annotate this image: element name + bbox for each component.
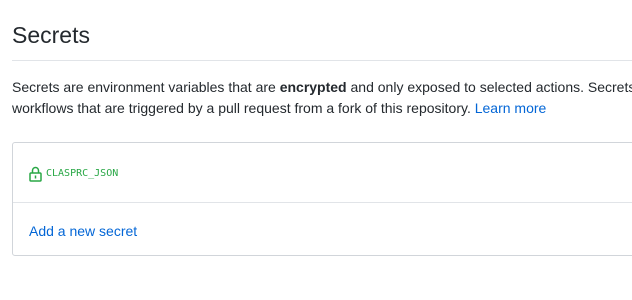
description-text-start: Secrets are environment variables that a… bbox=[12, 79, 280, 95]
secrets-list: CLASPRC_JSON Add a new secret bbox=[12, 142, 632, 256]
description-text-end: and only exposed to selected actions. Se… bbox=[346, 79, 632, 95]
secrets-description: Secrets are environment variables that a… bbox=[12, 77, 632, 119]
add-secret-row: Add a new secret bbox=[13, 203, 632, 255]
description-text-line2: workflows that are triggered by a pull r… bbox=[12, 100, 475, 116]
secret-row: CLASPRC_JSON bbox=[13, 143, 632, 203]
description-line-2: workflows that are triggered by a pull r… bbox=[12, 98, 632, 119]
page-title: Secrets bbox=[12, 22, 90, 48]
add-secret-link[interactable]: Add a new secret bbox=[29, 222, 137, 240]
title-divider bbox=[12, 60, 632, 61]
description-line-1: Secrets are environment variables that a… bbox=[12, 77, 632, 98]
secret-name: CLASPRC_JSON bbox=[46, 168, 119, 179]
lock-icon bbox=[29, 166, 42, 182]
learn-more-link[interactable]: Learn more bbox=[475, 100, 547, 116]
description-bold-encrypted: encrypted bbox=[279, 79, 347, 95]
